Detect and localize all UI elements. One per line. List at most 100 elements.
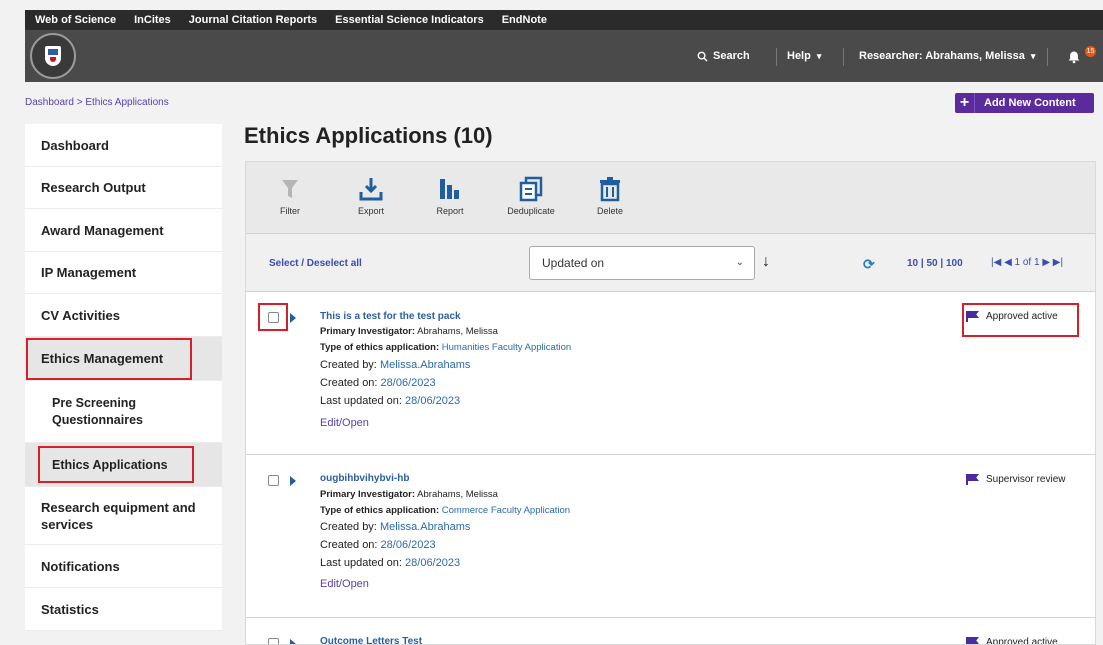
sidebar-item-dashboard[interactable]: Dashboard	[25, 124, 222, 167]
filter-button[interactable]: Filter	[255, 176, 325, 216]
search-button[interactable]: Search	[697, 30, 750, 82]
record-title[interactable]: Outcome Letters Test	[320, 636, 422, 644]
university-logo[interactable]	[30, 33, 76, 79]
field-value: 28/06/2023	[380, 377, 436, 389]
field-value: 28/06/2023	[405, 395, 461, 407]
field-value: Abrahams, Melissa	[417, 489, 498, 500]
record-title[interactable]: ougbihbvihybvi-hb	[320, 473, 409, 484]
status-label: Supervisor review	[986, 474, 1066, 485]
nav-essential-science-indicators[interactable]: Essential Science Indicators	[335, 14, 484, 26]
report-label: Report	[436, 206, 464, 216]
field-label: Created by:	[320, 521, 377, 533]
duplicate-icon	[519, 176, 543, 202]
sidebar-item-ip-management[interactable]: IP Management	[25, 252, 222, 294]
sidebar-item-statistics[interactable]: Statistics	[25, 588, 222, 631]
nav-incites[interactable]: InCites	[134, 14, 171, 26]
record-created-by: Created by: Melissa.Abrahams	[320, 521, 470, 533]
highlight-ethics-applications	[38, 446, 194, 483]
header-divider	[1047, 48, 1048, 66]
app-header: Search Help ▾ Researcher: Abrahams, Meli…	[25, 30, 1103, 82]
report-button[interactable]: Report	[415, 176, 485, 216]
sidebar-item-research-output[interactable]: Research Output	[25, 167, 222, 209]
nav-endnote[interactable]: EndNote	[502, 14, 547, 26]
nav-web-of-science[interactable]: Web of Science	[35, 14, 116, 26]
expand-arrow-icon[interactable]	[290, 313, 296, 323]
field-value[interactable]: Commerce Faculty Application	[442, 505, 570, 516]
page-size-selector[interactable]: 10 | 50 | 100	[907, 258, 963, 269]
sidebar-item-award-management[interactable]: Award Management	[25, 209, 222, 252]
sidebar-item-label: IP Management	[41, 265, 137, 280]
flag-icon	[966, 474, 979, 485]
edit-open-link[interactable]: Edit/Open	[320, 578, 369, 590]
add-new-content-button[interactable]: + Add New Content	[955, 93, 1094, 113]
page-title: Ethics Applications (10)	[244, 123, 493, 148]
field-value[interactable]: Melissa.Abrahams	[380, 521, 470, 533]
highlight-status-badge	[962, 303, 1079, 337]
chevron-down-icon: ⌄	[735, 257, 744, 268]
status-label: Approved active	[986, 637, 1058, 645]
sidebar-item-research-equipment[interactable]: Research equipment and services	[25, 487, 222, 545]
status-badge: Supervisor review	[966, 474, 1065, 485]
export-label: Export	[357, 206, 384, 216]
field-value[interactable]: Melissa.Abrahams	[380, 359, 470, 371]
deduplicate-label: Deduplicate	[507, 206, 555, 216]
refresh-icon[interactable]: ⟳	[863, 256, 875, 273]
sidebar-item-label: Statistics	[41, 601, 99, 617]
field-label: Type of ethics application:	[320, 505, 440, 516]
record-checkbox[interactable]	[268, 475, 279, 486]
delete-label: Delete	[596, 206, 623, 216]
deduplicate-button[interactable]: Deduplicate	[496, 176, 566, 216]
researcher-menu[interactable]: Researcher: Abrahams, Melissa ▾	[859, 30, 1035, 82]
trash-icon	[600, 177, 620, 202]
record-title[interactable]: This is a test for the test pack	[320, 311, 461, 322]
expand-arrow-icon[interactable]	[290, 476, 296, 486]
bell-icon[interactable]	[1067, 50, 1081, 64]
record-type: Type of ethics application: Commerce Fac…	[320, 505, 570, 516]
export-button[interactable]: Export	[336, 176, 406, 216]
edit-open-link[interactable]: Edit/Open	[320, 417, 369, 429]
sort-direction-arrow-icon[interactable]: ↓	[762, 253, 770, 271]
search-icon	[697, 51, 708, 62]
help-label: Help	[787, 50, 811, 62]
select-deselect-all-link[interactable]: Select / Deselect all	[269, 258, 362, 269]
list-item: ougbihbvihybvi-hb Primary Investigator: …	[246, 455, 1095, 618]
notification-badge: 15	[1085, 46, 1096, 57]
highlight-record-checkbox	[258, 303, 288, 331]
field-label: Primary Investigator:	[320, 489, 416, 500]
field-label: Last updated on:	[320, 557, 402, 569]
field-value: Abrahams, Melissa	[417, 326, 498, 337]
field-value: 28/06/2023	[405, 557, 461, 569]
field-label: Created on:	[320, 539, 378, 551]
sort-dropdown[interactable]: Updated on ⌄	[529, 246, 755, 280]
record-investigator: Primary Investigator: Abrahams, Melissa	[320, 489, 498, 500]
filter-label: Filter	[280, 206, 300, 216]
highlight-ethics-management	[26, 338, 192, 380]
field-value[interactable]: Humanities Faculty Application	[442, 342, 571, 353]
bar-chart-icon	[440, 179, 459, 199]
sidebar-item-pre-screening[interactable]: Pre Screening Questionnaires	[25, 381, 222, 443]
applications-panel: Filter Export Report Deduplicate Delete …	[245, 161, 1096, 645]
field-label: Created on:	[320, 377, 378, 389]
status-badge: Approved active	[966, 637, 1058, 645]
nav-journal-citation-reports[interactable]: Journal Citation Reports	[189, 14, 317, 26]
product-nav: Web of Science InCites Journal Citation …	[25, 10, 1103, 30]
pagination[interactable]: |◀ ◀ 1 of 1 ▶ ▶|	[991, 257, 1063, 268]
sidebar-item-notifications[interactable]: Notifications	[25, 545, 222, 588]
sidebar-item-label: Research Output	[41, 180, 146, 195]
record-investigator: Primary Investigator: Abrahams, Melissa	[320, 326, 498, 337]
delete-button[interactable]: Delete	[575, 176, 645, 216]
sidebar-item-cv-activities[interactable]: CV Activities	[25, 294, 222, 337]
record-checkbox[interactable]	[268, 638, 279, 644]
chevron-down-icon: ▾	[816, 50, 822, 61]
sidebar-item-label: Notifications	[41, 558, 120, 574]
download-icon	[359, 178, 383, 201]
record-type: Type of ethics application: Humanities F…	[320, 342, 571, 353]
expand-arrow-icon[interactable]	[290, 639, 296, 644]
toolbar: Filter Export Report Deduplicate Delete	[246, 162, 1095, 234]
field-label: Type of ethics application:	[320, 342, 440, 353]
breadcrumb[interactable]: Dashboard > Ethics Applications	[25, 97, 169, 108]
chevron-down-icon: ▾	[1030, 50, 1036, 61]
sidebar-item-label: Award Management	[41, 222, 164, 238]
help-menu[interactable]: Help ▾	[787, 30, 821, 82]
field-label: Created by:	[320, 359, 377, 371]
